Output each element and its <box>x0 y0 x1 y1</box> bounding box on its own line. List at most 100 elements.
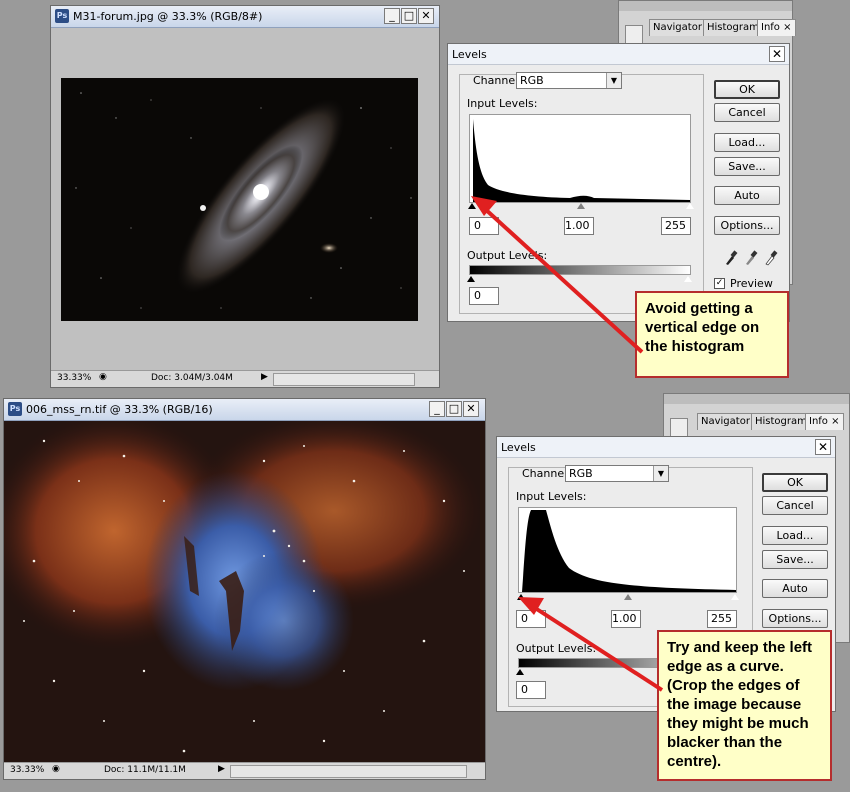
zoom-level[interactable]: 33.33% <box>57 373 91 383</box>
tab-info-label: Info <box>809 416 828 427</box>
histogram-graph <box>473 119 690 202</box>
input-white-slider[interactable] <box>731 594 739 600</box>
histogram-input <box>518 507 737 593</box>
doc-size: Doc: 3.04M/3.04M <box>151 373 233 383</box>
minimize-button[interactable]: _ <box>429 401 445 417</box>
white-eyedropper-icon[interactable] <box>764 248 778 266</box>
maximize-button[interactable]: □ <box>446 401 462 417</box>
auto-button[interactable]: Auto <box>762 579 828 598</box>
auto-button[interactable]: Auto <box>714 186 780 205</box>
dialog-title: Levels <box>501 441 536 454</box>
output-levels-label: Output Levels: <box>467 249 548 262</box>
channel-select[interactable]: RGB ▼ <box>516 72 622 89</box>
status-arrow-icon[interactable]: ▶ <box>218 764 225 774</box>
horizontal-scrollbar[interactable] <box>230 765 467 778</box>
input-gamma-field[interactable]: 1.00 <box>611 610 641 628</box>
save-button[interactable]: Save... <box>762 550 828 569</box>
save-button[interactable]: Save... <box>714 157 780 176</box>
galaxy-image <box>61 78 418 321</box>
dialog-titlebar[interactable]: Levels ✕ <box>448 44 789 65</box>
input-black-field[interactable]: 0 <box>469 217 499 235</box>
panel-collapse-bar[interactable] <box>664 394 849 404</box>
status-menu-icon[interactable]: ◉ <box>99 372 107 382</box>
ok-button[interactable]: OK <box>762 473 828 492</box>
callout-top: Avoid getting a vertical edge on the his… <box>635 291 789 378</box>
status-arrow-icon[interactable]: ▶ <box>261 372 268 382</box>
window-title: M31-forum.jpg @ 33.3% (RGB/8#) <box>73 10 263 23</box>
status-bar: 33.33% ◉ Doc: 11.1M/11.1M ▶ <box>4 762 485 779</box>
black-eyedropper-icon[interactable] <box>724 248 738 266</box>
channel-value: RGB <box>569 467 593 480</box>
input-white-slider[interactable] <box>686 203 694 209</box>
input-black-field[interactable]: 0 <box>516 610 546 628</box>
output-black-slider[interactable] <box>467 276 475 282</box>
close-button[interactable]: ✕ <box>815 439 831 455</box>
status-bar: 33.33% ◉ Doc: 3.04M/3.04M ▶ <box>51 370 439 387</box>
callout-text: Avoid getting a vertical edge on the his… <box>645 300 760 355</box>
close-icon[interactable]: × <box>783 22 791 33</box>
canvas-area[interactable] <box>51 28 439 370</box>
window-titlebar[interactable]: Ps M31-forum.jpg @ 33.3% (RGB/8#) _ □ ✕ <box>51 6 439 28</box>
input-gamma-slider[interactable] <box>577 203 585 209</box>
cancel-button[interactable]: Cancel <box>762 496 828 515</box>
output-levels-label: Output Levels: <box>516 642 597 655</box>
photoshop-icon: Ps <box>8 402 22 416</box>
minimize-button[interactable]: _ <box>384 8 400 24</box>
nebula-image <box>4 421 485 763</box>
close-button[interactable]: ✕ <box>463 401 479 417</box>
photoshop-icon: Ps <box>55 9 69 23</box>
panel-tool-icon[interactable] <box>670 418 688 438</box>
histogram-input <box>469 114 691 203</box>
options-button[interactable]: Options... <box>762 609 828 628</box>
input-black-slider[interactable] <box>517 594 525 600</box>
levels-dialog-top: Levels ✕ Channel: RGB ▼ Input Levels: 0 … <box>447 43 790 322</box>
panel-tool-icon[interactable] <box>625 25 643 45</box>
panel-collapse-bar[interactable] <box>619 1 792 11</box>
window-title: 006_mss_rn.tif @ 33.3% (RGB/16) <box>26 403 213 416</box>
close-button[interactable]: ✕ <box>418 8 434 24</box>
cancel-button[interactable]: Cancel <box>714 103 780 122</box>
options-button[interactable]: Options... <box>714 216 780 235</box>
tab-histogram[interactable]: Histogram <box>703 19 763 36</box>
zoom-level[interactable]: 33.33% <box>10 765 44 775</box>
chevron-down-icon: ▼ <box>653 466 668 481</box>
channel-select[interactable]: RGB ▼ <box>565 465 669 482</box>
channel-value: RGB <box>520 74 544 87</box>
input-white-field[interactable]: 255 <box>707 610 737 628</box>
horizontal-scrollbar[interactable] <box>273 373 415 386</box>
tab-info[interactable]: Info × <box>757 19 796 36</box>
gray-eyedropper-icon[interactable] <box>744 248 758 266</box>
image-window-m31[interactable]: Ps M31-forum.jpg @ 33.3% (RGB/8#) _ □ ✕ <box>50 5 440 388</box>
input-levels-label: Input Levels: <box>467 97 538 110</box>
ok-button[interactable]: OK <box>714 80 780 99</box>
window-titlebar[interactable]: Ps 006_mss_rn.tif @ 33.3% (RGB/16) _ □ ✕ <box>4 399 485 421</box>
doc-size: Doc: 11.1M/11.1M <box>104 765 186 775</box>
status-menu-icon[interactable]: ◉ <box>52 764 60 774</box>
input-white-field[interactable]: 255 <box>661 217 691 235</box>
input-black-slider[interactable] <box>468 203 476 209</box>
tab-navigator[interactable]: Navigator <box>649 19 706 36</box>
tab-navigator[interactable]: Navigator <box>697 413 754 430</box>
callout-bottom: Try and keep the left edge as a curve. (… <box>657 630 832 781</box>
close-button[interactable]: ✕ <box>769 46 785 62</box>
load-button[interactable]: Load... <box>762 526 828 545</box>
output-black-slider[interactable] <box>516 669 524 675</box>
close-icon[interactable]: × <box>831 416 839 427</box>
output-white-slider[interactable] <box>684 276 692 282</box>
input-gamma-field[interactable]: 1.00 <box>564 217 594 235</box>
input-gamma-slider[interactable] <box>624 594 632 600</box>
tab-histogram[interactable]: Histogram <box>751 413 811 430</box>
input-levels-label: Input Levels: <box>516 490 587 503</box>
canvas-area[interactable] <box>4 421 485 763</box>
chevron-down-icon: ▼ <box>606 73 621 88</box>
output-black-field[interactable]: 0 <box>469 287 499 305</box>
tab-info-label: Info <box>761 22 780 33</box>
dialog-titlebar[interactable]: Levels ✕ <box>497 437 835 458</box>
preview-checkbox[interactable]: ✓ <box>714 278 725 289</box>
channel-label: Channel: <box>473 74 522 87</box>
maximize-button[interactable]: □ <box>401 8 417 24</box>
image-window-eagle[interactable]: Ps 006_mss_rn.tif @ 33.3% (RGB/16) _ □ ✕ <box>3 398 486 780</box>
tab-info[interactable]: Info × <box>805 413 844 430</box>
output-black-field[interactable]: 0 <box>516 681 546 699</box>
load-button[interactable]: Load... <box>714 133 780 152</box>
